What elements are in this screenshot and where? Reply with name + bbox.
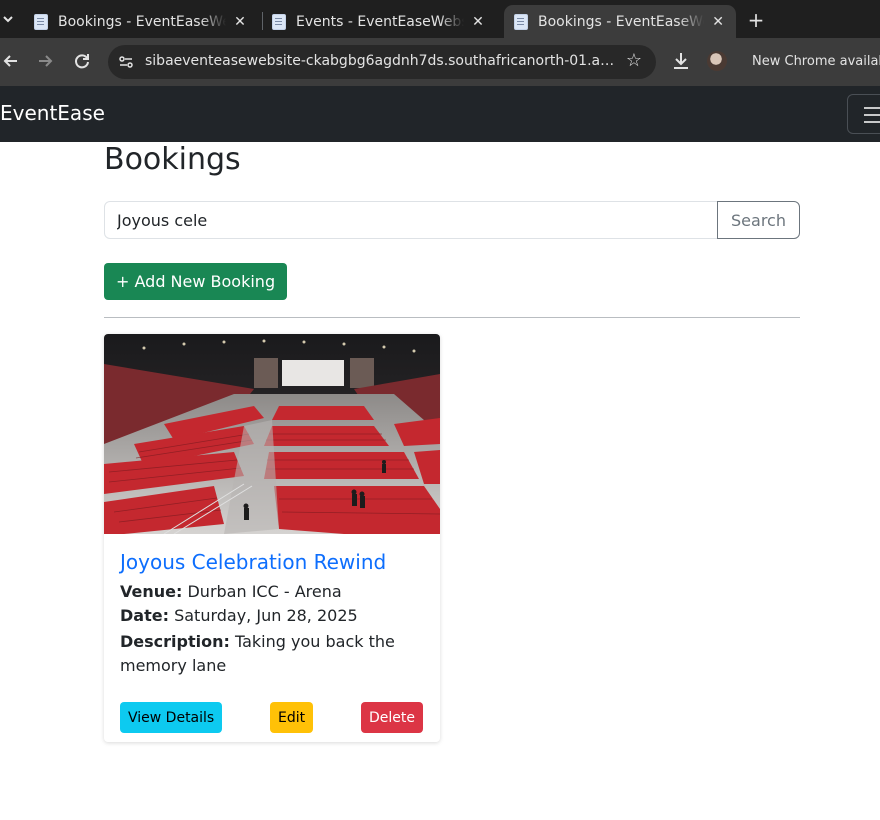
description-label: Description: bbox=[120, 632, 230, 651]
browser-tab-strip: Bookings - EventEaseWebsite ✕ Events - E… bbox=[0, 0, 880, 38]
back-arrow-icon[interactable] bbox=[0, 50, 22, 72]
site-settings-icon[interactable] bbox=[118, 54, 134, 70]
date-value: Saturday, Jun 28, 2025 bbox=[174, 606, 358, 625]
booking-description: Description: Taking you back the memory … bbox=[120, 630, 420, 678]
edit-button[interactable]: Edit bbox=[270, 702, 314, 733]
page-favicon-icon bbox=[34, 13, 48, 30]
page-favicon-icon bbox=[272, 13, 286, 30]
download-icon[interactable] bbox=[670, 50, 692, 72]
venue-value: Durban ICC - Arena bbox=[187, 582, 342, 601]
profile-avatar[interactable] bbox=[707, 51, 727, 71]
tab-title: Bookings - EventEaseWebsite bbox=[538, 13, 704, 30]
booking-title[interactable]: Joyous Celebration Rewind bbox=[120, 550, 386, 574]
tab-title: Bookings - EventEaseWebsite bbox=[58, 13, 226, 30]
bookmark-star-icon[interactable]: ☆ bbox=[626, 50, 642, 71]
reload-icon[interactable] bbox=[71, 50, 93, 72]
address-url[interactable]: sibaeventeasewebsite-ckabgbg6agdnh7ds.so… bbox=[145, 53, 615, 69]
booking-date: Date: Saturday, Jun 28, 2025 bbox=[120, 606, 358, 625]
delete-button[interactable]: Delete bbox=[361, 702, 423, 733]
view-details-button[interactable]: View Details bbox=[120, 702, 223, 733]
booking-card: Joyous Celebration Rewind Venue: Durban … bbox=[104, 334, 440, 742]
browser-tab-bookings-active[interactable]: Bookings - EventEaseWebsite ✕ bbox=[504, 5, 736, 38]
search-input[interactable] bbox=[104, 201, 718, 239]
new-chrome-available-button[interactable]: New Chrome available bbox=[744, 45, 880, 79]
new-tab-button[interactable]: + bbox=[746, 8, 766, 32]
tab-close-icon[interactable]: ✕ bbox=[470, 14, 486, 30]
venue-arena-image bbox=[104, 334, 440, 534]
browser-tab-bookings-1[interactable]: Bookings - EventEaseWebsite ✕ bbox=[24, 5, 258, 38]
tab-close-icon[interactable]: ✕ bbox=[232, 14, 248, 30]
tab-close-icon[interactable]: ✕ bbox=[710, 14, 726, 30]
browser-tab-events[interactable]: Events - EventEaseWebsite ✕ bbox=[262, 5, 496, 38]
search-button[interactable]: Search bbox=[717, 201, 800, 239]
tab-title: Events - EventEaseWebsite bbox=[296, 13, 464, 30]
page-title: Bookings bbox=[104, 142, 241, 177]
date-label: Date: bbox=[120, 606, 169, 625]
add-new-booking-button[interactable]: + Add New Booking bbox=[104, 263, 288, 300]
venue-label: Venue: bbox=[120, 582, 183, 601]
page-favicon-icon bbox=[514, 13, 528, 30]
browser-toolbar: sibaeventeasewebsite-ckabgbg6agdnh7ds.so… bbox=[0, 38, 880, 86]
address-bar[interactable]: sibaeventeasewebsite-ckabgbg6agdnh7ds.so… bbox=[108, 45, 656, 79]
tab-search-chevron-icon[interactable] bbox=[2, 10, 16, 28]
navbar-toggler-menu-icon[interactable] bbox=[847, 94, 880, 134]
app-navbar: EventEase bbox=[0, 86, 880, 142]
booking-venue: Venue: Durban ICC - Arena bbox=[120, 582, 342, 601]
forward-arrow-icon[interactable] bbox=[34, 50, 56, 72]
navbar-brand[interactable]: EventEase bbox=[0, 101, 105, 125]
divider bbox=[104, 317, 800, 318]
